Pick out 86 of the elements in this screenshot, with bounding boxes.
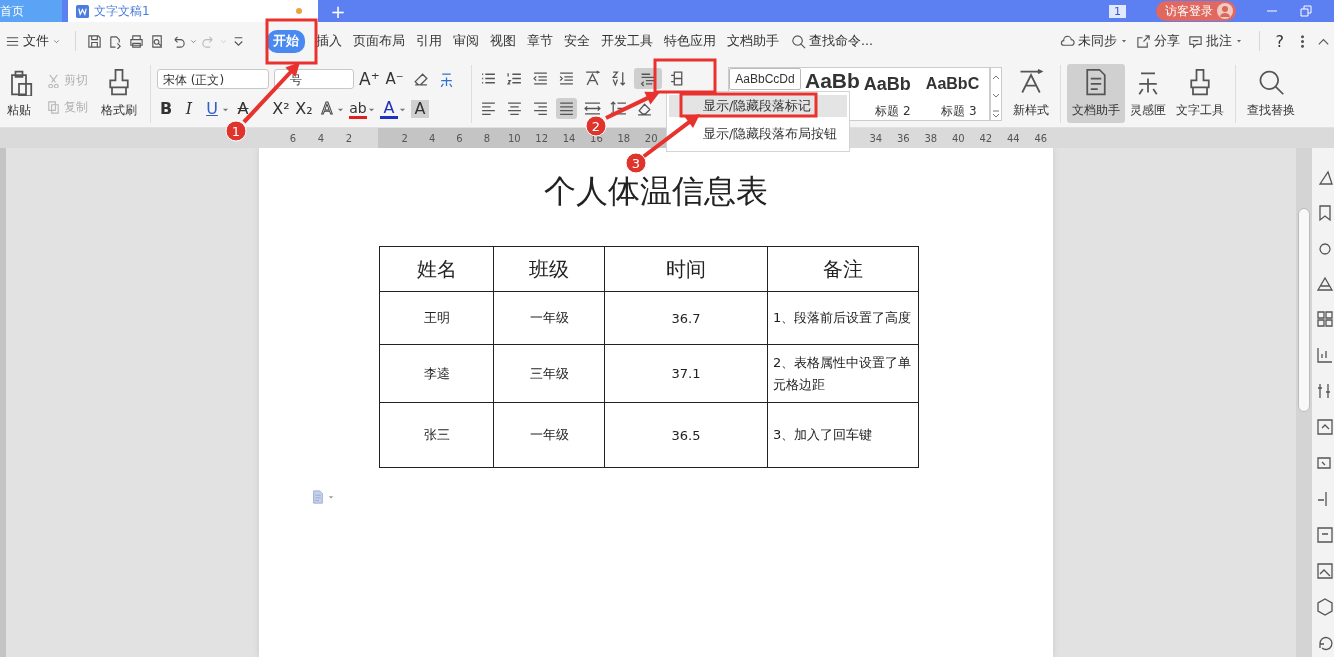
font-format-button[interactable]: ab — [349, 99, 367, 119]
table-header-cell: 时间 — [604, 246, 768, 292]
unsaved-dot — [296, 8, 302, 14]
format-painter-button[interactable]: 格式刷 — [98, 66, 140, 121]
printer-icon[interactable] — [129, 33, 144, 49]
ribbon-tab[interactable]: 视图 — [490, 30, 516, 52]
avatar-icon — [1217, 3, 1233, 19]
save-as-icon[interactable] — [108, 33, 123, 49]
table-header-cell: 班级 — [493, 246, 605, 292]
ribbon-tab[interactable]: 安全 — [564, 30, 590, 52]
cloud-icon — [1059, 33, 1075, 49]
font-family-select[interactable]: 宋体 (正文) — [157, 69, 269, 89]
side-tool-icon[interactable] — [1314, 596, 1334, 618]
document-icon — [311, 490, 325, 504]
search-icon — [791, 33, 806, 49]
help-button[interactable]: ? — [1275, 31, 1284, 51]
ribbon-tab[interactable]: 特色应用 — [664, 30, 716, 52]
paste-button[interactable]: 粘贴 — [2, 66, 36, 121]
style-preset[interactable]: AaBb 标题 2 — [861, 67, 924, 120]
ribbon-tool-button[interactable]: 查找替换 — [1242, 64, 1300, 123]
font-size-step-button[interactable]: A⁺ — [359, 69, 380, 89]
table-cell: 一年级 — [493, 291, 605, 345]
font-format-button[interactable]: A — [411, 100, 429, 118]
step-badge: 2 — [585, 115, 607, 137]
table-cell: 3、加入了回车键 — [767, 402, 919, 468]
font-format-button[interactable]: I — [180, 100, 198, 118]
document-tab[interactable]: 文字文稿1 — [68, 0, 318, 22]
ribbon-tab[interactable]: 文档助手 — [727, 30, 779, 52]
side-tool-icon[interactable] — [1314, 308, 1334, 330]
side-tool-icon[interactable] — [1314, 524, 1334, 546]
step-badge: 3 — [625, 152, 647, 174]
restore-icon[interactable] — [1300, 5, 1312, 17]
table-cell: 一年级 — [493, 402, 605, 468]
toolbar-action[interactable]: 未同步 — [1059, 32, 1128, 50]
scissors-icon — [46, 72, 61, 88]
font-size-select[interactable]: 号 — [274, 69, 354, 89]
window-count-badge[interactable]: 1 — [1109, 4, 1126, 18]
ribbon-tab[interactable]: 开发工具 — [601, 30, 653, 52]
table-cell: 三年级 — [493, 344, 605, 403]
table-cell: 36.7 — [604, 291, 768, 345]
toolbar-action[interactable]: 分享 — [1135, 32, 1180, 50]
ribbon-tab[interactable]: 章节 — [527, 30, 553, 52]
save-icon[interactable] — [87, 33, 102, 49]
comment-icon — [1187, 33, 1203, 49]
table-cell: 37.1 — [604, 344, 768, 403]
toolbar-action[interactable]: 批注 — [1187, 32, 1243, 50]
highlight-frame — [265, 18, 318, 65]
table-cell: 李逵 — [379, 344, 494, 403]
scrollbar-thumb[interactable] — [1298, 208, 1310, 412]
ribbon-tool-button[interactable]: 灵感匣 — [1125, 64, 1171, 123]
print-preview-icon[interactable] — [150, 33, 165, 49]
document-title: 个人体温信息表 — [544, 174, 768, 208]
font-format-button[interactable]: X² — [272, 100, 290, 118]
table-cell: 36.5 — [604, 402, 768, 468]
file-menu[interactable]: 文件 — [5, 32, 61, 50]
share-icon — [1135, 33, 1151, 49]
font-format-button[interactable]: X₂ — [295, 100, 313, 118]
table-cell: 1、段落前后设置了高度 — [767, 291, 919, 345]
writer-document-icon — [76, 4, 89, 18]
table-cell: 王明 — [379, 291, 494, 345]
font-format-button[interactable]: A — [380, 99, 398, 119]
side-tool-icon[interactable] — [1314, 560, 1334, 582]
ribbon-tool-button[interactable]: 新样式 — [1008, 64, 1054, 123]
table-cell: 2、表格属性中设置了单元格边距 — [767, 344, 919, 403]
ribbon-tab[interactable]: 审阅 — [453, 30, 479, 52]
gallery-scroll-icon[interactable] — [990, 66, 1002, 121]
command-search[interactable]: 查找命令... — [791, 32, 873, 50]
ribbon-tool-button[interactable]: 文字工具 — [1171, 64, 1229, 123]
ribbon-tab[interactable]: 插入 — [316, 30, 342, 52]
new-tab-button[interactable]: + — [318, 0, 358, 22]
table-header-cell: 姓名 — [379, 246, 494, 292]
side-tool-icon[interactable] — [1314, 416, 1334, 438]
font-size-step-button[interactable]: A⁻ — [384, 70, 405, 88]
font-format-button[interactable]: B — [157, 100, 175, 118]
search-icon — [1257, 68, 1285, 96]
font-format-button[interactable]: A — [234, 100, 252, 118]
font-format-button[interactable]: U — [203, 100, 221, 118]
table-header-cell: 备注 — [767, 246, 919, 292]
style-preset[interactable]: AaBbC 标题 3 — [923, 67, 989, 120]
ribbon-tool-button[interactable]: 文档助手 — [1067, 64, 1125, 123]
copy-icon — [46, 99, 61, 115]
table-cell: 张三 — [379, 402, 494, 468]
step-badge: 1 — [225, 120, 247, 142]
ribbon-tab[interactable]: 页面布局 — [353, 30, 405, 52]
align-icon[interactable] — [556, 98, 577, 119]
ribbon-tab[interactable]: 引用 — [416, 30, 442, 52]
